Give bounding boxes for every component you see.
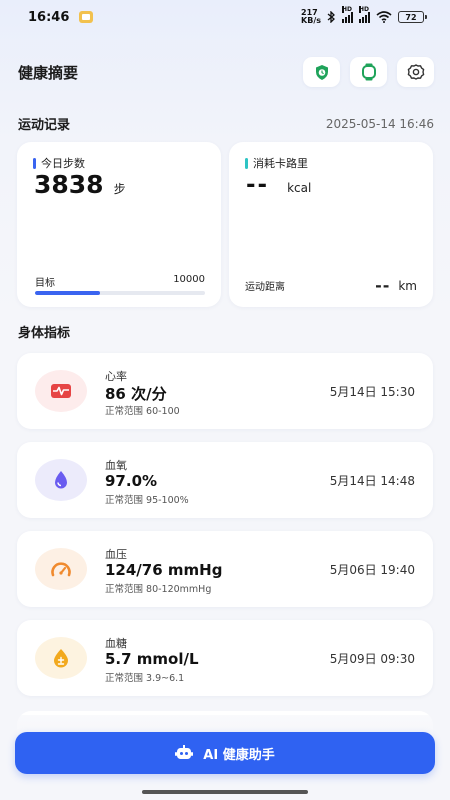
sugar-drop-icon: [54, 649, 68, 668]
metric-value: 86 次/分: [105, 385, 167, 403]
calories-card[interactable]: 消耗卡路里 -- kcal 运动距离 -- km: [229, 142, 433, 307]
distance-label: 运动距离: [245, 282, 285, 293]
metric-card-heart-rate[interactable]: 心率 86 次/分 正常范围 60-100 5月14日 15:30: [17, 353, 433, 429]
wifi-icon: [376, 11, 392, 23]
steps-label-row: 今日步数: [33, 155, 85, 171]
metric-value: 5.7 mmol/L: [105, 650, 199, 668]
steps-progress-fill: [35, 291, 101, 295]
metric-time: 5月09日 09:30: [329, 652, 415, 666]
watch-icon: [361, 63, 376, 81]
drop-icon-badge: [35, 459, 87, 501]
calories-label: 消耗卡路里: [253, 157, 308, 170]
shield-clock-icon: [315, 64, 328, 80]
steps-progress-bar: [35, 291, 205, 295]
body-metrics-section-title: 身体指标: [18, 326, 71, 341]
heart-rate-icon: [51, 384, 71, 398]
metric-name: 血氧: [105, 459, 127, 472]
sugar-drop-icon-badge: [35, 637, 87, 679]
bluetooth-icon: [327, 11, 335, 23]
activity-section-header: 运动记录 2025-05-14 16:46: [18, 114, 434, 134]
header: 健康摘要: [18, 56, 434, 88]
metric-card-blood-pressure[interactable]: 血压 124/76 mmHg 正常范围 80-120mmHg 5月06日 19:…: [17, 531, 433, 607]
steps-accent-bar: [33, 157, 36, 169]
metric-range: 正常范围 3.9~6.1: [105, 673, 185, 684]
calories-value: --: [246, 172, 270, 198]
metric-range: 正常范围 95-100%: [105, 495, 189, 506]
network-speed: 217 KB/s: [301, 9, 321, 25]
robot-icon: [175, 745, 194, 759]
metric-card-blood-oxygen[interactable]: 血氧 97.0% 正常范围 95-100% 5月14日 14:48: [17, 442, 433, 518]
drop-icon: [55, 471, 67, 489]
body-metrics-section-header: 身体指标: [18, 322, 434, 341]
calories-unit: kcal: [287, 181, 312, 195]
network-speed-unit: KB/s: [301, 16, 321, 25]
watch-button[interactable]: [350, 57, 387, 87]
shield-clock-button[interactable]: [303, 57, 340, 87]
activity-section-title: 运动记录: [18, 118, 71, 133]
gauge-icon: [51, 562, 71, 577]
steps-value: 3838: [34, 170, 104, 199]
metric-range: 正常范围 80-120mmHg: [105, 584, 212, 595]
page-title: 健康摘要: [18, 63, 79, 82]
signal-hd-label-1: HD: [342, 5, 353, 13]
metric-name: 血压: [105, 548, 127, 561]
steps-value-row: 3838 步: [34, 170, 126, 199]
steps-goal-value: 10000: [173, 274, 205, 285]
metric-range: 正常范围 60-100: [105, 406, 180, 417]
heart-rate-icon-badge: [35, 370, 87, 412]
steps-card[interactable]: 今日步数 3838 步 目标 10000: [17, 142, 221, 307]
steps-goal-label: 目标: [35, 278, 55, 289]
calories-label-row: 消耗卡路里: [245, 155, 308, 171]
ai-assistant-button[interactable]: AI 健康助手: [15, 732, 435, 774]
metric-time: 5月14日 15:30: [329, 385, 415, 399]
distance-value: --: [375, 276, 391, 295]
calories-value-row: -- kcal: [246, 172, 311, 198]
calories-accent-bar: [245, 157, 248, 169]
status-time: 16:46: [28, 9, 70, 25]
signal-hd-label-2: HD: [359, 5, 370, 13]
gauge-icon-badge: [35, 548, 87, 590]
cellular-signal-icon-2: HD: [359, 5, 370, 23]
gear-icon: [407, 64, 424, 80]
distance-row: 运动距离 -- km: [245, 276, 417, 295]
metric-time: 5月06日 19:40: [329, 563, 415, 577]
metric-name: 心率: [105, 370, 127, 383]
activity-timestamp: 2025-05-14 16:46: [325, 116, 434, 131]
cellular-signal-icon-1: HD: [342, 5, 353, 23]
battery-icon: 72: [398, 11, 427, 23]
battery-level: 72: [405, 12, 417, 22]
home-indicator[interactable]: [142, 790, 308, 794]
ai-assistant-label: AI 健康助手: [203, 747, 275, 763]
notification-app-icon: [79, 11, 94, 23]
metric-name: 血糖: [105, 637, 127, 650]
metric-card-blood-sugar[interactable]: 血糖 5.7 mmol/L 正常范围 3.9~6.1 5月09日 09:30: [17, 620, 433, 696]
metric-time: 5月14日 14:48: [329, 474, 415, 488]
status-bar: 16:46 217 KB/s HD HD 72: [0, 0, 450, 34]
distance-unit: km: [398, 278, 417, 293]
settings-button[interactable]: [397, 57, 434, 87]
steps-label: 今日步数: [41, 157, 85, 170]
metric-value: 124/76 mmHg: [105, 561, 223, 579]
steps-goal-row: 目标 10000: [35, 274, 205, 289]
steps-unit: 步: [113, 182, 126, 196]
metric-value: 97.0%: [105, 472, 158, 490]
